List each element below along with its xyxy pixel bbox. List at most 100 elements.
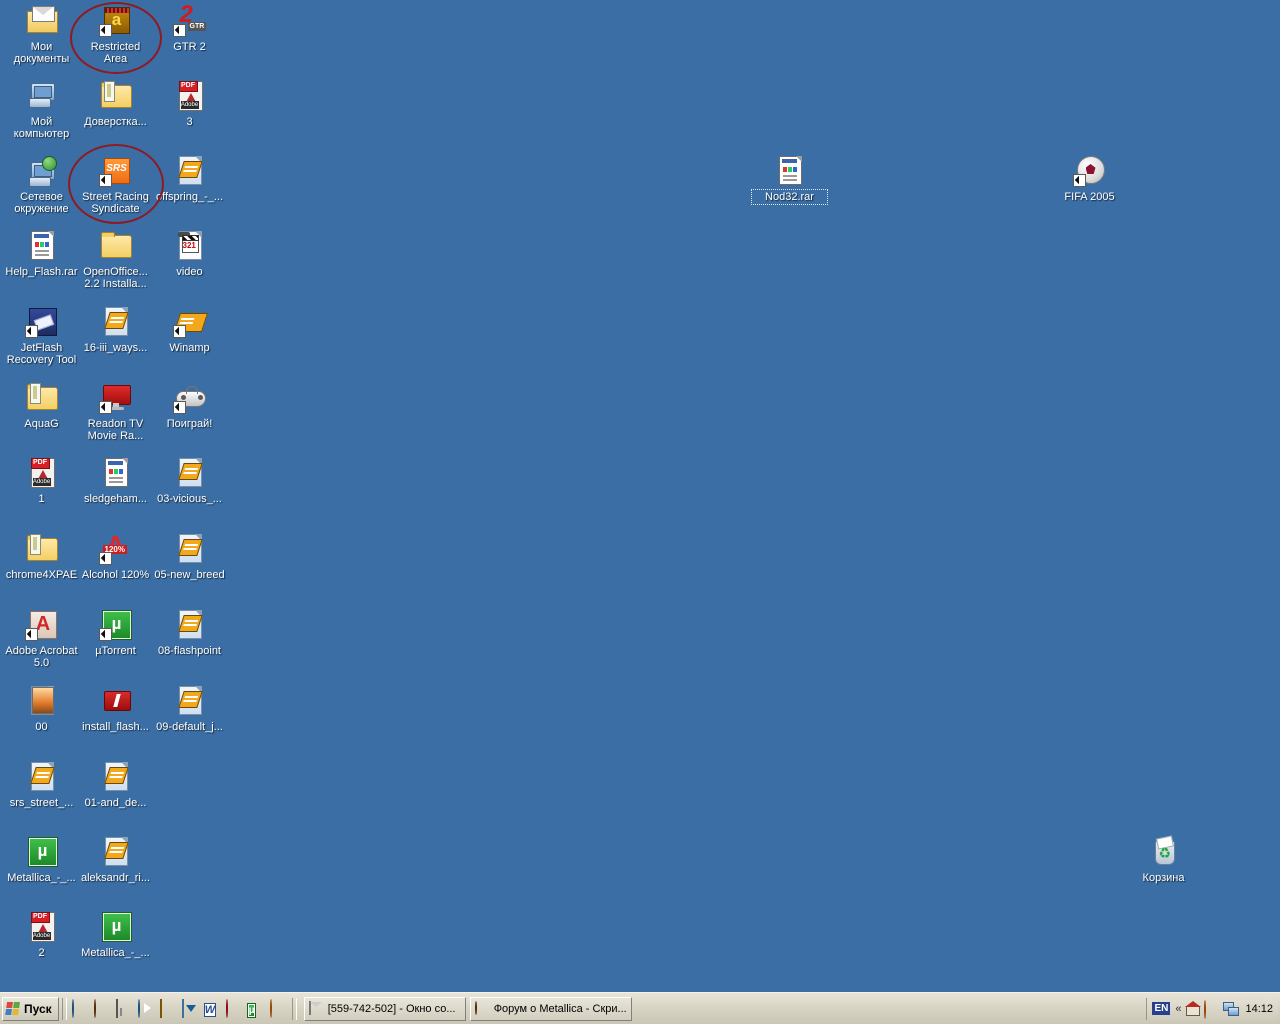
- desktop-icon-08-flashpoint-audio[interactable]: 08-flashpoint: [152, 608, 227, 658]
- 08-flashpoint-audio-glyph: [174, 608, 206, 640]
- desktop-icon-label: install_flash...: [78, 720, 153, 734]
- ql-save[interactable]: [116, 1000, 133, 1017]
- ql-word[interactable]: W: [204, 1000, 221, 1017]
- desktop-icon-label: 16-iii_ways...: [78, 341, 153, 355]
- desktop-icon-adobe-acrobat-5[interactable]: AAdobe Acrobat 5.0: [4, 608, 79, 670]
- my-computer-glyph: [26, 79, 58, 111]
- taskbar-divider-2: [292, 998, 297, 1020]
- archive-file-icon: [26, 229, 58, 261]
- ql-firefox[interactable]: [94, 1000, 111, 1017]
- readon-tv-movie-radio-glyph: [100, 381, 132, 413]
- desktop-icon-chrome4xpae-folder[interactable]: chrome4XPAE: [4, 532, 79, 582]
- audio-file-icon: [174, 608, 206, 640]
- desktop-icon-label: Readon TV Movie Ra...: [78, 417, 153, 443]
- desktop-icon-label: srs_street_...: [4, 796, 79, 810]
- aleksandr-ri-audio-glyph: [100, 835, 132, 867]
- 01-and-de-audio-glyph: [100, 760, 132, 792]
- desktop-icon-video-file[interactable]: 321video: [152, 229, 227, 279]
- metallica-torrent-2-glyph: µ: [100, 910, 132, 942]
- desktop-icon-readon-tv-movie-radio[interactable]: Readon TV Movie Ra...: [78, 381, 153, 443]
- desktop-icon-16-iii-ways-audio[interactable]: 16-iii_ways...: [78, 305, 153, 355]
- desktop-surface[interactable]: Мои документыaRestricted Area2GTRGTR 2 Мо…: [0, 0, 1280, 993]
- desktop-icon-label: GTR 2: [152, 40, 227, 54]
- taskbar: Пуск Wµ [559-742-502] - Окно со... Форум …: [0, 992, 1280, 1024]
- desktop-icon-label: Корзина: [1126, 871, 1201, 885]
- desktop-icon-alcohol-120[interactable]: A120%Alcohol 120%: [78, 532, 153, 582]
- ql-show-desktop[interactable]: [72, 1000, 89, 1017]
- desktop-icon-05-new-breed-audio[interactable]: 05-new_breed: [152, 532, 227, 582]
- tray-nod32-icon[interactable]: [1204, 1001, 1219, 1016]
- sledgehammer-archive-glyph: [100, 456, 132, 488]
- quick-launch-bar[interactable]: Wµ: [70, 1000, 289, 1017]
- desktop-icon-label: JetFlash Recovery Tool: [4, 341, 79, 367]
- desktop-icon-help-flash-rar[interactable]: Help_Flash.rar: [4, 229, 79, 279]
- desktop-icon-label: Alcohol 120%: [78, 568, 153, 582]
- language-indicator[interactable]: EN: [1152, 1002, 1170, 1015]
- desktop-icon-offspring-audio[interactable]: offspring_-_...: [152, 154, 227, 204]
- desktop-icon-metallica-torrent-1[interactable]: µMetallica_-_...: [4, 835, 79, 885]
- desktop-icon-00-image[interactable]: 00: [4, 684, 79, 734]
- desktop-icon-poigray-games[interactable]: Поиграй!: [152, 381, 227, 431]
- desktop-icon-metallica-torrent-2[interactable]: µ Metallica_-_...: [78, 910, 153, 960]
- desktop-icon-doverstka-folder[interactable]: Доверстка...: [78, 79, 153, 129]
- desktop-icon-label: 05-new_breed: [152, 568, 227, 582]
- ql-opera[interactable]: [270, 1000, 287, 1017]
- desktop-icon-street-racing-syndicate[interactable]: SRSStreet Racing Syndicate: [78, 154, 153, 216]
- poigray-games-glyph: [174, 381, 206, 413]
- desktop-icon-recycle-bin[interactable]: ♻Корзина: [1126, 835, 1201, 885]
- desktop-icon-aleksandr-ri-audio[interactable]: aleksandr_ri...: [78, 835, 153, 885]
- shortcut-arrow-icon: [1073, 174, 1086, 187]
- tray-home-icon[interactable]: [1185, 1001, 1200, 1016]
- desktop-icon-09-default-audio[interactable]: 09-default_j...: [152, 684, 227, 734]
- desktop-icon-fifa-2005[interactable]: FIFA 2005: [1052, 154, 1127, 204]
- aquag-folder-glyph: [26, 381, 58, 413]
- task-window-message[interactable]: [559-742-502] - Окно со...: [304, 997, 466, 1021]
- 16-iii-ways-audio-glyph: [100, 305, 132, 337]
- desktop-icon-pdf-2[interactable]: PDFAdobe2: [4, 910, 79, 960]
- desktop-icon-pdf-3[interactable]: PDFAdobe3: [152, 79, 227, 129]
- task-button-list[interactable]: [559-742-502] - Окно со... Форум о Metall…: [304, 997, 632, 1021]
- desktop-icon-winamp[interactable]: Winamp: [152, 305, 227, 355]
- desktop-icon-gtr-2[interactable]: 2GTRGTR 2: [152, 4, 227, 54]
- shortcut-arrow-icon: [25, 628, 38, 641]
- ql-download-manager[interactable]: [182, 1000, 199, 1017]
- image-thumbnail-icon: [26, 684, 58, 716]
- desktop-icon-nod32-rar[interactable]: Nod32.rar: [752, 154, 827, 204]
- desktop-icon-03-vicious-audio[interactable]: 03-vicious_...: [152, 456, 227, 506]
- start-button[interactable]: Пуск: [2, 997, 59, 1021]
- tray-icon-list[interactable]: [1185, 1001, 1238, 1016]
- desktop-icon-label: µTorrent: [78, 644, 153, 658]
- system-tray[interactable]: EN « 14:12: [1146, 998, 1278, 1020]
- desktop-icon-jetflash-recovery-tool[interactable]: JetFlash Recovery Tool: [4, 305, 79, 367]
- shortcut-arrow-icon: [99, 401, 112, 414]
- jetflash-recovery-tool-glyph: [26, 305, 58, 337]
- desktop-icon-sledgehammer-archive[interactable]: sledgeham...: [78, 456, 153, 506]
- video-file-icon: 321: [174, 229, 206, 261]
- ql-media-player[interactable]: [138, 1000, 155, 1017]
- task-firefox-forum[interactable]: Форум о Metallica - Скри...: [470, 997, 632, 1021]
- desktop-icon-restricted-area[interactable]: aRestricted Area: [78, 4, 153, 66]
- desktop-icon-srs-street-file[interactable]: srs_street_...: [4, 760, 79, 810]
- desktop-icon-label: Metallica_-_...: [78, 946, 153, 960]
- task-title: Форум о Metallica - Скри...: [494, 1003, 627, 1015]
- desktop-icon-openoffice-folder[interactable]: OpenOffice... 2.2 Installa...: [78, 229, 153, 291]
- tray-network-icon[interactable]: [1223, 1001, 1238, 1016]
- ql-winamp[interactable]: [160, 1000, 177, 1017]
- tray-expand-chevron-icon[interactable]: «: [1175, 1003, 1180, 1015]
- folder-icon: [100, 229, 132, 261]
- desktop-icon-my-computer[interactable]: Мой компьютер: [4, 79, 79, 141]
- shortcut-arrow-icon: [99, 552, 112, 565]
- desktop-icon-my-documents[interactable]: Мои документы: [4, 4, 79, 66]
- offspring-audio-glyph: [174, 154, 206, 186]
- help-flash-rar-glyph: [26, 229, 58, 261]
- ql-opera-red[interactable]: [226, 1000, 243, 1017]
- desktop-icon-install-flash[interactable]: install_flash...: [78, 684, 153, 734]
- desktop-icon-01-and-de-audio[interactable]: 01-and_de...: [78, 760, 153, 810]
- desktop-icon-utorrent[interactable]: µµTorrent: [78, 608, 153, 658]
- ql-utorrent[interactable]: µ: [248, 1000, 265, 1017]
- taskbar-clock[interactable]: 14:12: [1243, 1003, 1273, 1015]
- desktop-icon-network-places[interactable]: Сетевое окружение: [4, 154, 79, 216]
- desktop-icon-aquag-folder[interactable]: AquaG: [4, 381, 79, 431]
- folder-icon: [100, 79, 132, 111]
- desktop-icon-pdf-1[interactable]: PDFAdobe1: [4, 456, 79, 506]
